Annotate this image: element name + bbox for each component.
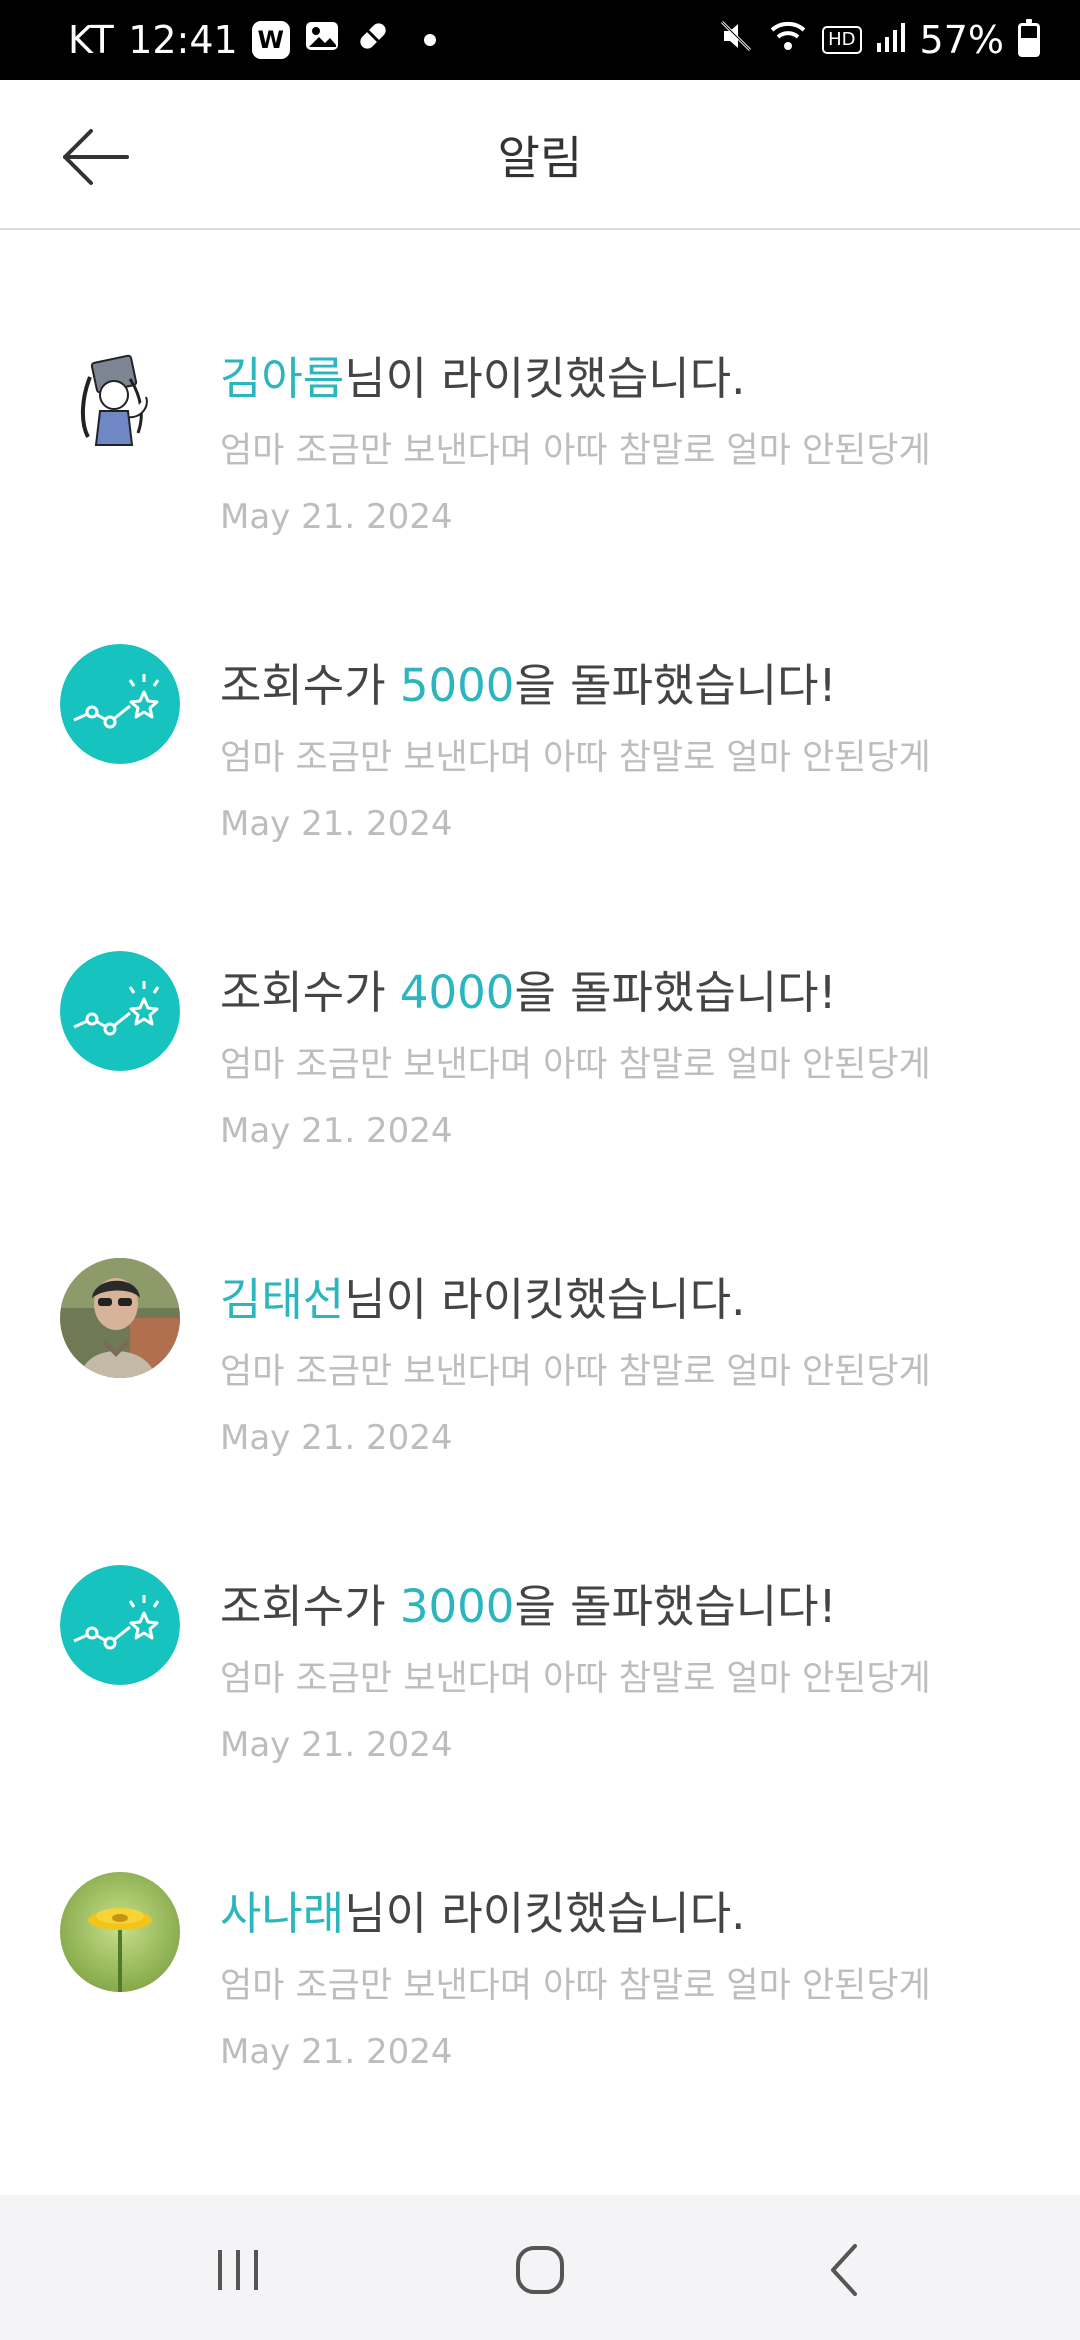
app-header: 알림 xyxy=(0,80,1080,230)
hd-voice-badge: HD xyxy=(822,26,862,54)
notification-date: May 21. 2024 xyxy=(220,497,453,537)
notification-date: May 21. 2024 xyxy=(220,804,453,844)
recent-apps-button[interactable] xyxy=(188,2225,288,2315)
user-name-link[interactable]: 김태선 xyxy=(220,1273,344,1326)
notification-preview: 엄마 조금만 보낸다며 아따 참말로 얼마 안된당게 xyxy=(220,738,931,778)
battery-icon xyxy=(1018,19,1040,57)
back-nav-button[interactable] xyxy=(795,2225,895,2315)
user-name-link[interactable]: 김아름 xyxy=(220,352,344,405)
notification-title: 김아름님이 라이킷했습니다. xyxy=(220,342,745,407)
status-right: HD 57% xyxy=(718,18,1040,63)
notification-prefix-text: 조회수가 xyxy=(220,1580,400,1633)
notification-preview: 엄마 조금만 보낸다며 아따 참말로 얼마 안된당게 xyxy=(220,431,931,471)
notification-item[interactable]: 김아름님이 라이킷했습니다. 엄마 조금만 보낸다며 아따 참말로 얼마 안된당… xyxy=(0,232,1080,537)
more-notifications-dot xyxy=(423,34,436,46)
view-count-highlight: 5000 xyxy=(399,659,515,712)
notification-title: 조회수가 3000을 돌파했습니다! xyxy=(220,1570,837,1635)
signal-icon xyxy=(876,18,906,62)
home-icon xyxy=(516,2246,564,2294)
user-photo-avatar[interactable] xyxy=(60,1258,180,1378)
illustrated-girl-avatar[interactable] xyxy=(60,337,180,457)
notification-date: May 21. 2024 xyxy=(220,1111,453,1151)
page-title: 알림 xyxy=(497,131,583,185)
notification-title: 김태선님이 라이킷했습니다. xyxy=(220,1263,745,1328)
notification-action-text: 을 돌파했습니다! xyxy=(514,659,837,712)
notification-action-text: 을 돌파했습니다! xyxy=(514,1580,837,1633)
carrier-label: KT xyxy=(68,18,115,62)
home-button[interactable] xyxy=(490,2225,590,2315)
notification-date: May 21. 2024 xyxy=(220,1725,453,1765)
notification-prefix-text: 조회수가 xyxy=(220,659,400,712)
mute-icon xyxy=(718,18,754,63)
notification-date: May 21. 2024 xyxy=(220,1418,453,1458)
notification-title: 사나래님이 라이킷했습니다. xyxy=(220,1877,745,1942)
notification-item[interactable]: 김태선님이 라이킷했습니다. 엄마 조금만 보낸다며 아따 참말로 얼마 안된당… xyxy=(0,1153,1080,1458)
view-milestone-icon xyxy=(60,951,180,1071)
notification-title: 조회수가 4000을 돌파했습니다! xyxy=(220,956,837,1021)
flower-photo-avatar[interactable] xyxy=(60,1872,180,1992)
notification-item[interactable]: 조회수가 4000을 돌파했습니다! 엄마 조금만 보낸다며 아따 참말로 얼마… xyxy=(0,846,1080,1151)
status-left: KT 12:41 W xyxy=(68,17,436,64)
view-count-highlight: 3000 xyxy=(399,1580,515,1633)
view-milestone-icon xyxy=(60,1565,180,1685)
recent-apps-icon xyxy=(218,2250,258,2290)
notification-item[interactable]: 사나래님이 라이킷했습니다. 엄마 조금만 보낸다며 아따 참말로 얼마 안된당… xyxy=(0,1767,1080,2072)
user-name-link[interactable]: 사나래 xyxy=(220,1887,344,1940)
chevron-left-icon xyxy=(831,2244,857,2296)
notification-action-text: 님이 라이킷했습니다. xyxy=(344,352,746,405)
status-bar: KT 12:41 W HD 57% xyxy=(0,0,1080,80)
notification-action-text: 님이 라이킷했습니다. xyxy=(344,1273,746,1326)
notification-item[interactable]: 조회수가 5000을 돌파했습니다! 엄마 조금만 보낸다며 아따 참말로 얼마… xyxy=(0,539,1080,844)
view-count-highlight: 4000 xyxy=(399,966,515,1019)
view-milestone-icon xyxy=(60,644,180,764)
pill-icon xyxy=(354,17,392,64)
system-navigation-bar xyxy=(0,2195,1080,2340)
clock: 12:41 xyxy=(128,18,238,62)
notification-prefix-text: 조회수가 xyxy=(220,966,400,1019)
wifi-icon xyxy=(768,18,808,63)
notification-preview: 엄마 조금만 보낸다며 아따 참말로 얼마 안된당게 xyxy=(220,1352,931,1392)
notification-action-text: 을 돌파했습니다! xyxy=(514,966,837,1019)
battery-percent: 57% xyxy=(919,18,1004,62)
battery-level-fill xyxy=(1021,38,1037,54)
app-notification-icon: W xyxy=(251,21,290,59)
notification-title: 조회수가 5000을 돌파했습니다! xyxy=(220,649,837,714)
notification-date: May 21. 2024 xyxy=(220,2032,453,2072)
notification-item[interactable]: 조회수가 3000을 돌파했습니다! 엄마 조금만 보낸다며 아따 참말로 얼마… xyxy=(0,1460,1080,1765)
gallery-icon xyxy=(304,18,340,63)
notification-action-text: 님이 라이킷했습니다. xyxy=(344,1887,746,1940)
notification-preview: 엄마 조금만 보낸다며 아따 참말로 얼마 안된당게 xyxy=(220,1045,931,1085)
notification-preview: 엄마 조금만 보낸다며 아따 참말로 얼마 안된당게 xyxy=(220,1966,931,2006)
notification-preview: 엄마 조금만 보낸다며 아따 참말로 얼마 안된당게 xyxy=(220,1659,931,1699)
